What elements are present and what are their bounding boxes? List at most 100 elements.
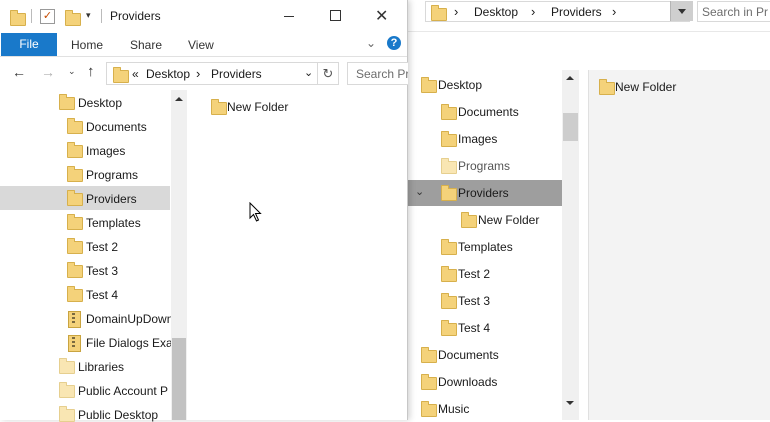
tab-view[interactable]: View [188,38,214,52]
bg-nav-item-programs[interactable]: Programs [458,159,510,173]
breadcrumb-providers[interactable]: Providers [551,5,602,19]
scroll-up-icon[interactable] [175,97,183,101]
folder-icon [441,293,457,309]
folder-icon [67,166,83,182]
customize-toolbar-icon[interactable]: ▾ [86,10,91,21]
minimize-icon[interactable] [284,16,294,17]
chevron-down-icon[interactable]: ⌄ [415,185,424,198]
background-address-bar[interactable]: › Desktop › Providers › [425,1,690,22]
breadcrumb-desktop[interactable]: Desktop [146,67,190,81]
folder-icon [10,10,26,26]
up-arrow-icon[interactable]: ↑ [87,63,95,80]
nav-item-test-4[interactable]: Test 4 [86,288,118,302]
background-search-input[interactable]: Search in Pr [697,1,770,22]
tab-share[interactable]: Share [130,38,162,52]
ribbon-expand-icon[interactable]: ⌄ [366,36,376,50]
folder-icon [441,104,457,120]
nav-item-file-dialogs[interactable]: File Dialogs Exam [86,336,183,350]
bg-nav-item-test-2[interactable]: Test 2 [458,267,490,281]
bg-nav-item-downloads[interactable]: Downloads [438,375,497,389]
bg-nav-item-desktop[interactable]: Desktop [438,78,482,92]
folder-icon [421,347,437,363]
chevron-right-icon: › [196,66,201,81]
bg-nav-item-test-3[interactable]: Test 3 [458,294,490,308]
nav-item-libraries[interactable]: Libraries [78,360,124,374]
bg-nav-item-images[interactable]: Images [458,132,497,146]
folder-icon [59,382,75,398]
nav-item-test-2[interactable]: Test 2 [86,240,118,254]
folder-icon [441,239,457,255]
bg-nav-item-documents-root[interactable]: Documents [438,348,499,362]
nav-item-desktop[interactable]: Desktop [78,96,122,110]
selected-nav-item-highlight [0,186,170,210]
title-bar[interactable]: ✓ ▾ Providers ✕ [0,0,407,32]
nav-item-domainupdown[interactable]: DomainUpDown [86,312,173,326]
folder-icon [431,5,447,21]
nav-item-programs[interactable]: Programs [86,168,138,182]
zip-folder-icon [68,311,81,328]
folder-icon [67,190,83,206]
divider [31,9,32,23]
folder-icon [67,142,83,158]
close-icon[interactable]: ✕ [375,6,388,26]
address-dropdown-button[interactable] [670,1,693,21]
nav-item-providers[interactable]: Providers [86,192,137,206]
maximize-icon[interactable] [330,10,341,21]
nav-item-templates[interactable]: Templates [86,216,141,230]
bg-nav-item-test-4[interactable]: Test 4 [458,321,490,335]
file-dialog-window: ✓ ▾ Providers ✕ File Home Share View ⌄ ?… [0,0,408,422]
folder-icon [113,67,129,83]
nav-item-documents[interactable]: Documents [86,120,147,134]
search-placeholder: Search Pr [356,67,408,81]
folder-icon [441,131,457,147]
breadcrumb-desktop[interactable]: Desktop [474,5,518,19]
folder-icon [441,320,457,336]
forward-arrow-icon[interactable]: → [41,64,55,80]
recent-locations-icon[interactable]: ⌄ [68,66,76,77]
bg-nav-item-providers[interactable]: Providers [458,186,509,200]
scroll-down-icon[interactable] [566,401,574,405]
tab-file[interactable]: File [1,33,57,56]
folder-icon [441,266,457,282]
chevron-down-icon[interactable]: ⌄ [304,66,313,79]
folder-icon [59,94,75,110]
properties-check-icon[interactable]: ✓ [40,9,55,24]
search-input[interactable]: Search Pr [347,62,408,85]
address-overflow[interactable]: « [132,67,139,81]
window-title: Providers [110,9,161,23]
bg-content-item-new-folder[interactable]: New Folder [615,80,676,94]
content-item-new-folder[interactable]: New Folder [227,100,288,114]
scroll-up-icon[interactable] [566,76,574,80]
address-bar[interactable]: « Desktop › Providers ⌄ [106,62,318,85]
tab-home[interactable]: Home [71,38,103,52]
folder-icon [211,99,227,115]
back-arrow-icon[interactable]: ← [12,64,26,80]
bg-nav-item-documents[interactable]: Documents [458,105,519,119]
nav-item-public-account[interactable]: Public Account P [78,384,168,398]
chevron-right-icon: › [531,4,536,19]
new-folder-icon[interactable] [65,10,81,26]
search-placeholder: Search in Pr [702,5,769,19]
scrollbar-thumb[interactable] [172,338,186,420]
scrollbar-thumb[interactable] [563,113,578,141]
nav-item-test-3[interactable]: Test 3 [86,264,118,278]
bg-nav-item-templates[interactable]: Templates [458,240,513,254]
bg-nav-item-new-folder[interactable]: New Folder [478,213,539,227]
chevron-right-icon: › [454,4,459,19]
divider [406,31,770,32]
content-pane[interactable] [188,90,407,420]
folder-icon [421,77,437,93]
help-icon[interactable]: ? [387,36,401,50]
breadcrumb-providers[interactable]: Providers [211,67,262,81]
chevron-right-icon: › [612,4,617,19]
background-content-pane[interactable] [588,70,770,420]
zip-folder-icon [68,335,81,352]
folder-icon [67,118,83,134]
bg-nav-item-music[interactable]: Music [438,402,469,416]
folder-icon [67,262,83,278]
folder-icon [67,214,83,230]
refresh-icon[interactable]: ↻ [318,62,339,85]
nav-item-images[interactable]: Images [86,144,125,158]
folder-icon [59,358,75,374]
folder-icon [59,406,75,422]
